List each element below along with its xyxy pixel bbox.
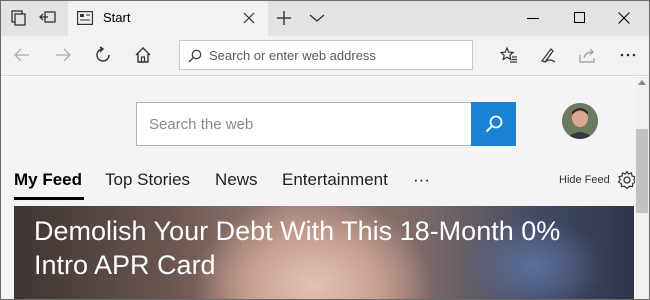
user-profile-icon (562, 103, 598, 139)
tab-top-stories[interactable]: Top Stories (105, 170, 190, 190)
start-page-content: My Feed Top Stories News Entertainment ·… (1, 77, 649, 299)
set-aside-tabs-icon[interactable] (39, 9, 57, 27)
favorites-icon[interactable] (500, 46, 518, 64)
address-bar[interactable] (179, 40, 473, 70)
tab-title: Start (103, 10, 131, 25)
back-icon[interactable] (13, 46, 31, 64)
forward-icon[interactable] (54, 46, 72, 64)
web-search-input[interactable] (149, 114, 459, 134)
browser-window: Start Search or enter web address Search… (0, 0, 650, 300)
pen-icon[interactable] (539, 46, 557, 64)
search-button[interactable] (471, 102, 516, 146)
home-icon[interactable] (134, 46, 152, 64)
tab-list-icon[interactable] (10, 9, 28, 27)
address-input[interactable] (209, 46, 464, 65)
scroll-up-arrow-icon[interactable] (638, 80, 646, 85)
refresh-icon[interactable] (94, 46, 112, 64)
title-bar: Start (1, 1, 649, 36)
tab-start[interactable]: Start (68, 1, 268, 36)
hide-feed-link[interactable]: Hide Feed (559, 174, 610, 186)
start-page-icon (77, 11, 93, 25)
chevron-down-icon[interactable] (309, 12, 325, 24)
share-icon[interactable] (579, 46, 597, 64)
tab-my-feed[interactable]: My Feed (14, 170, 82, 190)
search-icon (485, 115, 503, 133)
gear-icon[interactable] (617, 170, 637, 190)
maximize-icon[interactable] (574, 12, 585, 23)
close-tab-icon[interactable] (243, 12, 255, 24)
avatar[interactable] (562, 103, 598, 139)
scrollbar-thumb[interactable] (636, 129, 648, 213)
feed-hero-card[interactable]: Demolish Your Debt With This 18-Month 0%… (14, 206, 634, 299)
nav-bar (1, 36, 649, 76)
minimize-icon[interactable] (527, 18, 539, 19)
more-icon[interactable] (619, 46, 637, 64)
tab-entertainment[interactable]: Entertainment (282, 170, 388, 190)
search-icon (188, 49, 202, 63)
active-tab-underline (14, 197, 84, 200)
new-tab-icon[interactable] (277, 11, 291, 25)
web-search-box[interactable] (136, 102, 472, 146)
close-icon[interactable] (618, 12, 630, 24)
hero-headline[interactable]: Demolish Your Debt With This 18-Month 0%… (34, 214, 594, 282)
more-feed-tabs[interactable]: ··· (413, 170, 430, 190)
tab-news[interactable]: News (215, 170, 258, 190)
